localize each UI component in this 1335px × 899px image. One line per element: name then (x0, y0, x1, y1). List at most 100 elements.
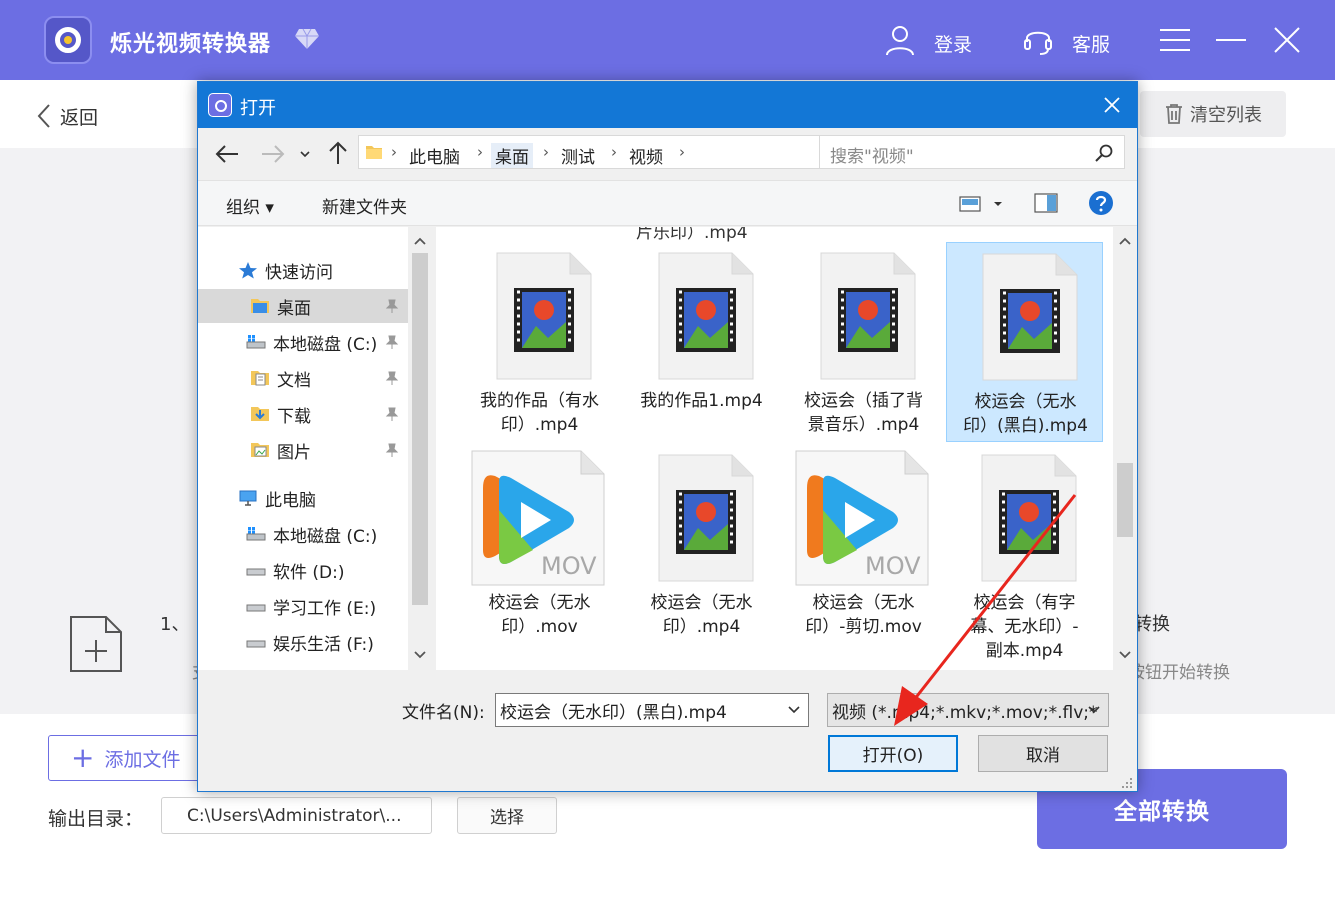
hint-text: 1、 (160, 614, 190, 635)
drive-icon (246, 568, 266, 576)
mov-file-icon: MOV (471, 450, 605, 586)
file-name: 校运会（插了背 景音乐）.mp4 (804, 391, 923, 435)
nav-label: 软件 (D:) (273, 562, 345, 583)
pin-icon[interactable] (384, 334, 400, 350)
pin-icon[interactable] (384, 442, 400, 458)
video-file-icon (982, 253, 1078, 381)
nav-documents[interactable]: 文档 (198, 361, 408, 395)
video-file-icon (658, 454, 754, 582)
breadcrumb-this-pc[interactable]: 此电脑 (409, 143, 460, 168)
clear-list-button[interactable]: 清空列表 (1140, 91, 1286, 137)
nav-drive-d[interactable]: 软件 (D:) (246, 553, 345, 587)
close-icon[interactable] (1272, 26, 1302, 54)
scroll-thumb[interactable] (412, 253, 428, 605)
nav-label: 快速访问 (265, 262, 333, 283)
video-file-icon (658, 252, 754, 380)
nav-this-pc[interactable]: 此电脑 (238, 481, 316, 515)
documents-folder-icon (251, 371, 269, 386)
nav-downloads[interactable]: 下载 (198, 397, 408, 431)
minimize-icon[interactable] (1214, 26, 1248, 54)
video-file-icon (820, 252, 916, 380)
nav-local-disk-c[interactable]: 本地磁盘 (C:) (198, 325, 408, 359)
file-item[interactable]: MOV 校运会（无水 印）.mov (461, 444, 618, 644)
file-name: 校运会（无水 印）(黑白).mp4 (963, 392, 1088, 436)
login-button[interactable]: 登录 (934, 30, 972, 57)
chevron-up-icon[interactable] (1118, 235, 1132, 247)
chevron-down-icon[interactable] (786, 702, 802, 718)
file-item[interactable]: 我的作品1.mp4 (623, 242, 780, 442)
video-file-icon (496, 252, 592, 380)
breadcrumb-separator[interactable]: › (477, 143, 483, 161)
pin-icon[interactable] (384, 298, 400, 314)
add-file-icon[interactable] (68, 614, 124, 674)
view-options-icon[interactable] (958, 193, 1008, 215)
file-item[interactable]: 校运会（插了背 景音乐）.mp4 (785, 242, 942, 442)
open-button[interactable]: 打开(O) (828, 735, 958, 772)
nav-label: 娱乐生活 (F:) (273, 634, 374, 655)
search-input[interactable]: 搜索"视频" (819, 135, 1125, 169)
chevron-up-icon[interactable] (413, 235, 427, 247)
breadcrumb-video[interactable]: 视频 (629, 143, 663, 168)
file-scrollbar[interactable] (1113, 227, 1137, 670)
nav-label: 图片 (277, 442, 311, 463)
add-file-label: 添加文件 (104, 748, 181, 771)
hint-subtext: 按钮开始转换 (1128, 663, 1230, 683)
scroll-thumb[interactable] (1117, 463, 1133, 537)
cancel-button[interactable]: 取消 (978, 735, 1108, 772)
up-arrow-icon[interactable] (326, 140, 350, 166)
breadcrumb-test[interactable]: 测试 (561, 143, 595, 168)
pin-icon[interactable] (384, 406, 400, 422)
file-item[interactable]: 我的作品（有水 印）.mp4 (461, 242, 618, 442)
search-placeholder: 搜索"视频" (830, 147, 914, 167)
nav-drive-f[interactable]: 娱乐生活 (F:) (246, 625, 374, 659)
nav-scrollbar[interactable] (408, 227, 432, 670)
breadcrumb-desktop[interactable]: 桌面 (491, 143, 533, 168)
output-dir-field[interactable]: C:\Users\Administrator\... (161, 797, 432, 834)
choose-dir-button[interactable]: 选择 (457, 797, 557, 834)
file-name: 我的作品（有水 印）.mp4 (480, 391, 599, 435)
app-logo-icon (208, 93, 232, 117)
back-button[interactable]: 返回 (36, 100, 98, 132)
chevron-down-icon[interactable] (298, 146, 312, 162)
chevron-down-icon[interactable] (1118, 649, 1132, 661)
nav-label: 下载 (277, 406, 311, 427)
customer-service-button[interactable]: 客服 (1072, 30, 1110, 57)
forward-arrow-icon[interactable] (260, 142, 286, 166)
pin-icon[interactable] (384, 370, 400, 386)
breadcrumb-separator[interactable]: › (391, 143, 397, 161)
breadcrumb-separator[interactable]: › (543, 143, 549, 161)
computer-icon (239, 490, 257, 506)
app-title-bar: 烁光视频转换器 登录 客服 (0, 0, 1335, 80)
resize-grip-icon[interactable] (1119, 775, 1133, 789)
nav-pictures[interactable]: 图片 (198, 433, 408, 467)
chevron-down-icon[interactable] (413, 649, 427, 661)
add-file-button[interactable]: + 添加文件 (48, 735, 208, 781)
nav-drive-e[interactable]: 学习工作 (E:) (246, 589, 376, 623)
nav-desktop[interactable]: 桌面 (198, 289, 408, 323)
back-arrow-icon[interactable] (214, 142, 240, 166)
organize-menu[interactable]: 组织 ▾ (226, 193, 274, 218)
nav-quick-access[interactable]: 快速访问 (238, 253, 333, 287)
headset-icon[interactable] (1022, 24, 1054, 56)
file-name: 校运会（无水 印）.mov (488, 593, 591, 637)
folder-icon (366, 146, 382, 159)
new-folder-button[interactable]: 新建文件夹 (322, 193, 407, 218)
dialog-title-bar[interactable]: 打开 (198, 82, 1137, 128)
chevron-down-icon[interactable] (1086, 702, 1102, 718)
file-item-selected[interactable]: 校运会（无水 印）(黑白).mp4 (946, 242, 1103, 442)
nav-local-disk-c-2[interactable]: 本地磁盘 (C:) (246, 517, 377, 551)
vip-diamond-icon[interactable] (294, 28, 320, 50)
file-item[interactable]: 校运会（无水 印）.mp4 (623, 444, 780, 644)
filename-input[interactable]: 校运会（无水印）(黑白).mp4 (495, 693, 809, 727)
menu-icon[interactable] (1158, 26, 1192, 54)
help-icon[interactable] (1088, 190, 1114, 216)
dialog-close-icon[interactable] (1102, 95, 1122, 115)
breadcrumb-separator[interactable]: › (611, 143, 617, 161)
downloads-folder-icon (251, 407, 269, 421)
file-name: 我的作品1.mp4 (640, 391, 763, 411)
dialog-toolbar: 组织 ▾ 新建文件夹 (198, 180, 1137, 226)
user-icon[interactable] (884, 24, 916, 56)
preview-pane-icon[interactable] (1034, 192, 1058, 214)
breadcrumb-separator[interactable]: › (679, 143, 685, 161)
nav-label: 此电脑 (265, 490, 316, 511)
